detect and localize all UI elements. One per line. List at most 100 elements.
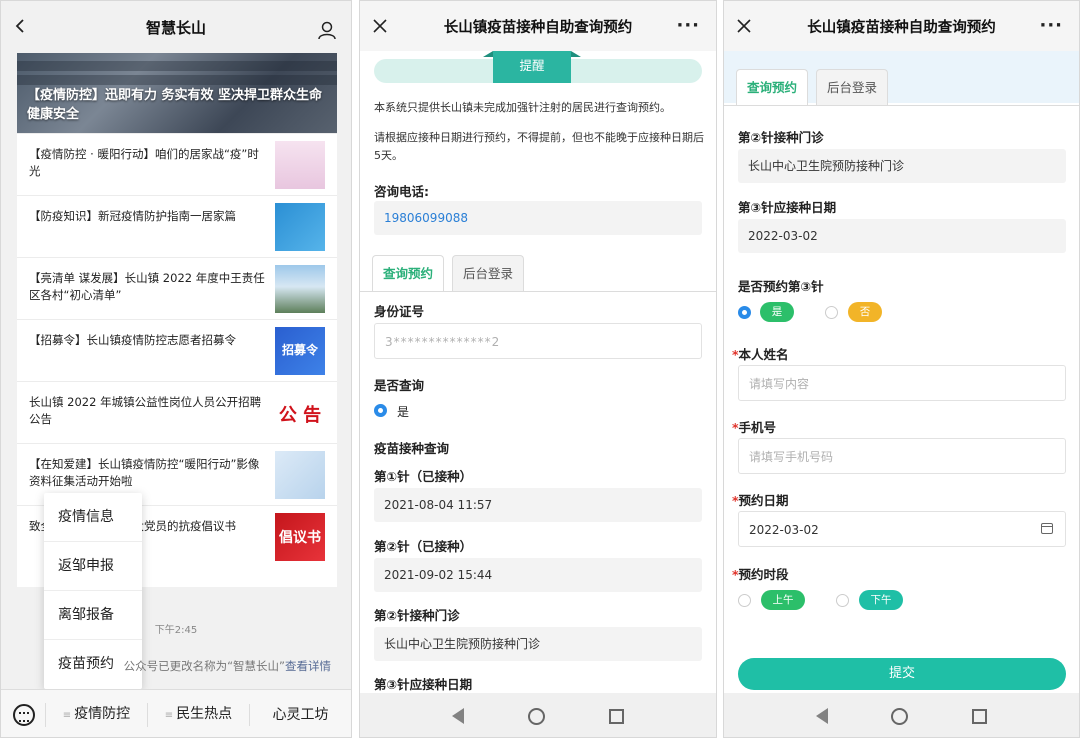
message-time: 下午2:45: [154, 625, 198, 636]
book-no-radio[interactable]: [825, 306, 838, 319]
reminder-tag: 提醒: [483, 51, 581, 83]
query-yes-radio[interactable]: [374, 404, 387, 417]
mobile-label-text: 手机号: [738, 420, 777, 435]
wechat-header: 智慧长山: [1, 1, 351, 53]
intro-text: 本系统只提供长山镇未完成加强针注射的居民进行查询预约。: [374, 101, 671, 114]
dose3-date-value: 2022-03-02: [738, 219, 1066, 253]
book-dose3-label: 是否预约第③针: [738, 279, 824, 294]
name-input[interactable]: 请填写内容: [738, 365, 1066, 401]
booking-date-input[interactable]: 2022-03-02: [738, 511, 1066, 547]
morning-radio[interactable]: [738, 594, 751, 607]
news-item[interactable]: 【招募令】长山镇疫情防控志愿者招募令招募令: [17, 319, 337, 381]
news-title: 【亮清单 谋发展】长山镇 2022 年度中王责任区各村“初心清单”: [29, 271, 265, 302]
name-label-text: 本人姓名: [738, 347, 789, 362]
page-title: 长山镇疫苗接种自助查询预约: [807, 19, 996, 36]
panel-vaccine-booking: 长山镇疫苗接种自助查询预约 ··· 查询预约 后台登录 第②针接种门诊 长山中心…: [723, 0, 1080, 738]
book-no-pill[interactable]: 否: [848, 302, 882, 322]
tab-group: 查询预约 后台登录: [736, 69, 1070, 105]
menu-lines-icon: ≡: [164, 709, 174, 721]
nav-home-icon[interactable]: [891, 707, 909, 725]
morning-pill[interactable]: 上午: [761, 590, 805, 610]
news-thumbnail: [275, 451, 325, 499]
dose2-value: 2021-09-02 15:44: [374, 558, 702, 592]
more-icon[interactable]: ···: [676, 15, 700, 36]
query-yes-label: 是: [397, 405, 410, 419]
query-label: 是否查询: [374, 378, 425, 393]
news-title: 【招募令】长山镇疫情防控志愿者招募令: [29, 333, 236, 347]
news-item[interactable]: 【防疫知识】新冠疫情防护指南一居家篇: [17, 195, 337, 257]
back-icon[interactable]: [13, 19, 27, 33]
page-header: 长山镇疫苗接种自助查询预约 ···: [724, 1, 1079, 51]
news-title: 【防疫知识】新冠疫情防护指南一居家篇: [29, 209, 236, 223]
tab-epidemic-control[interactable]: ≡ 疫情防控: [45, 702, 147, 727]
clinic-value: 长山中心卫生院预防接种门诊: [738, 149, 1066, 183]
more-icon[interactable]: ···: [1039, 15, 1063, 36]
news-item[interactable]: 【疫情防控 · 暖阳行动】咱们的居家战“疫”时光: [17, 133, 337, 195]
menu-item-epidemic-info[interactable]: 疫情信息: [44, 493, 142, 542]
tab-admin-login[interactable]: 后台登录: [816, 69, 888, 105]
nav-recent-icon[interactable]: [972, 708, 988, 724]
thumbnail-text: 倡议书: [279, 530, 321, 546]
keyboard-icon[interactable]: [13, 703, 35, 726]
clinic-label: 第②针接种门诊: [738, 130, 824, 145]
nav-back-icon[interactable]: [815, 708, 828, 724]
nav-back-icon[interactable]: [452, 708, 464, 724]
rename-notice: 公众号已更改名称为“智慧长山”查看详情: [31, 658, 331, 674]
tab-query-booking[interactable]: 查询预约: [736, 69, 808, 105]
tab-admin-login[interactable]: 后台登录: [452, 255, 524, 291]
clinic-value: 长山中心卫生院预防接种门诊: [374, 627, 702, 661]
date-label: *预约日期: [732, 490, 789, 509]
tab-label: 民生热点: [176, 705, 233, 722]
tab-divider: [724, 105, 1079, 106]
news-title: 长山镇 2022 年城镇公益性岗位人员公开招聘公告: [29, 395, 262, 426]
thumbnail-text: 公 告: [278, 405, 322, 426]
tab-livelihood[interactable]: ≡ 民生热点: [147, 702, 249, 727]
page-title: 长山镇疫苗接种自助查询预约: [443, 19, 633, 36]
user-icon[interactable]: [317, 20, 337, 40]
date-label-text: 预约日期: [738, 493, 789, 508]
panel-vaccine-query: 长山镇疫苗接种自助查询预约 ··· 提醒 本系统只提供长山镇未完成加强针注射的居…: [359, 0, 717, 738]
consult-phone[interactable]: 19806099088: [374, 201, 702, 235]
mobile-label: *手机号: [732, 417, 776, 436]
slot-label-text: 预约时段: [738, 567, 789, 582]
news-title: 【疫情防控 · 暖阳行动】咱们的居家战“疫”时光: [29, 147, 259, 178]
dose3-date-label: 第③针应接种日期: [374, 677, 473, 692]
calendar-icon[interactable]: [1041, 523, 1053, 534]
booking-date-value: 2022-03-02: [749, 523, 819, 537]
news-item[interactable]: 【亮清单 谋发展】长山镇 2022 年度中王责任区各村“初心清单”: [17, 257, 337, 319]
mobile-input[interactable]: 请填写手机号码: [738, 438, 1066, 474]
slot-label: *预约时段: [732, 564, 789, 583]
id-label: 身份证号: [374, 304, 425, 319]
account-menu-bar: ≡ 疫情防控 ≡ 民生热点 心灵工坊: [1, 689, 351, 737]
tab-mind-workshop[interactable]: 心灵工坊: [249, 703, 351, 726]
clinic-label: 第②针接种门诊: [374, 608, 460, 623]
news-title: 【在知爱建】长山镇疫情防控“暖阳行动”影像资料征集活动开始啦: [29, 457, 260, 488]
notice-link[interactable]: 查看详情: [285, 659, 331, 673]
banner-article[interactable]: 【疫情防控】迅即有力 务实有效 坚决捍卫群众生命健康安全: [17, 53, 337, 133]
afternoon-pill[interactable]: 下午: [859, 590, 903, 610]
phone-label: 咨询电话:: [374, 184, 429, 199]
close-icon[interactable]: [372, 18, 388, 34]
page-header: 长山镇疫苗接种自助查询预约 ···: [360, 1, 716, 51]
news-thumbnail: 招募令: [275, 327, 325, 375]
book-yes-radio[interactable]: [738, 306, 751, 319]
news-item[interactable]: 长山镇 2022 年城镇公益性岗位人员公开招聘公告公 告: [17, 381, 337, 443]
news-thumbnail: 公 告: [275, 389, 325, 437]
tab-query-booking[interactable]: 查询预约: [372, 255, 444, 291]
nav-recent-icon[interactable]: [609, 708, 624, 724]
nav-home-icon[interactable]: [528, 707, 545, 725]
thumbnail-text: 招募令: [281, 343, 318, 357]
tab-divider: [360, 291, 716, 292]
android-nav-bar: [360, 693, 716, 737]
close-icon[interactable]: [736, 18, 752, 34]
panel-wechat-account: 智慧长山 【疫情防控】迅即有力 务实有效 坚决捍卫群众生命健康安全 【疫情防控 …: [0, 0, 352, 738]
menu-item-return-report[interactable]: 返邹申报: [44, 542, 142, 591]
book-yes-pill[interactable]: 是: [760, 302, 794, 322]
submit-button[interactable]: 提交: [738, 658, 1066, 690]
news-thumbnail: 倡议书: [275, 513, 325, 561]
id-number-input[interactable]: 3**************2: [374, 323, 702, 359]
news-thumbnail: [275, 141, 325, 189]
afternoon-radio[interactable]: [836, 594, 849, 607]
account-title: 智慧长山: [145, 18, 206, 37]
news-thumbnail: [275, 265, 325, 313]
